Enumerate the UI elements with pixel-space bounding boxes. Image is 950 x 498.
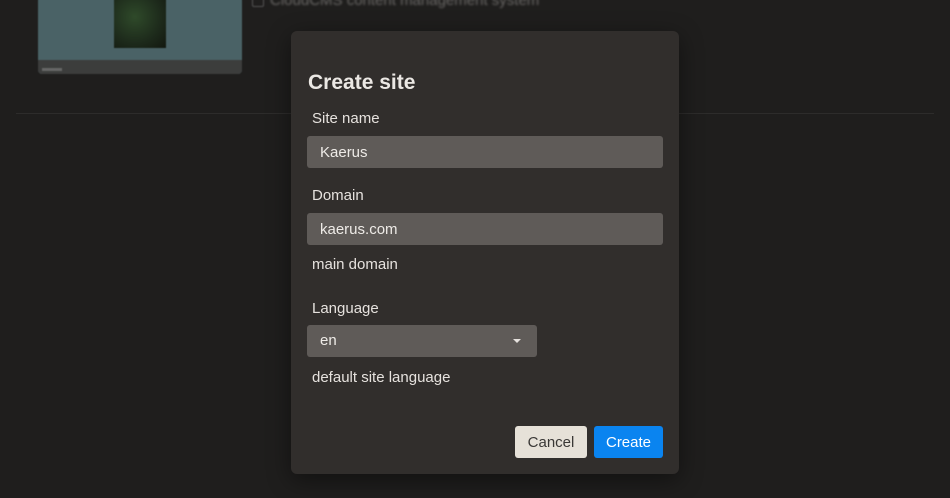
dialog-title: Create site	[308, 71, 416, 94]
language-select-value: en	[320, 332, 337, 349]
site-name-input[interactable]	[307, 136, 663, 168]
domain-label: Domain	[312, 187, 364, 204]
site-thumbnail-footer-text	[42, 68, 62, 71]
domain-input[interactable]	[307, 213, 663, 245]
domain-helper-text: main domain	[312, 256, 398, 273]
language-helper-text: default site language	[312, 369, 451, 386]
caret-down-icon	[513, 339, 521, 343]
background-checkbox-label: CloudCMS content management system	[270, 0, 540, 9]
site-thumbnail-footer	[38, 60, 242, 74]
background-checkbox[interactable]	[252, 0, 264, 7]
language-select[interactable]: en	[307, 325, 537, 357]
site-thumbnail-image	[114, 0, 166, 48]
cancel-button[interactable]: Cancel	[515, 426, 587, 458]
create-button[interactable]: Create	[594, 426, 663, 458]
site-name-label: Site name	[312, 110, 380, 127]
language-label: Language	[312, 300, 379, 317]
create-site-dialog: Create site Site name Domain main domain…	[291, 31, 679, 474]
site-thumbnail-card[interactable]	[38, 0, 242, 74]
